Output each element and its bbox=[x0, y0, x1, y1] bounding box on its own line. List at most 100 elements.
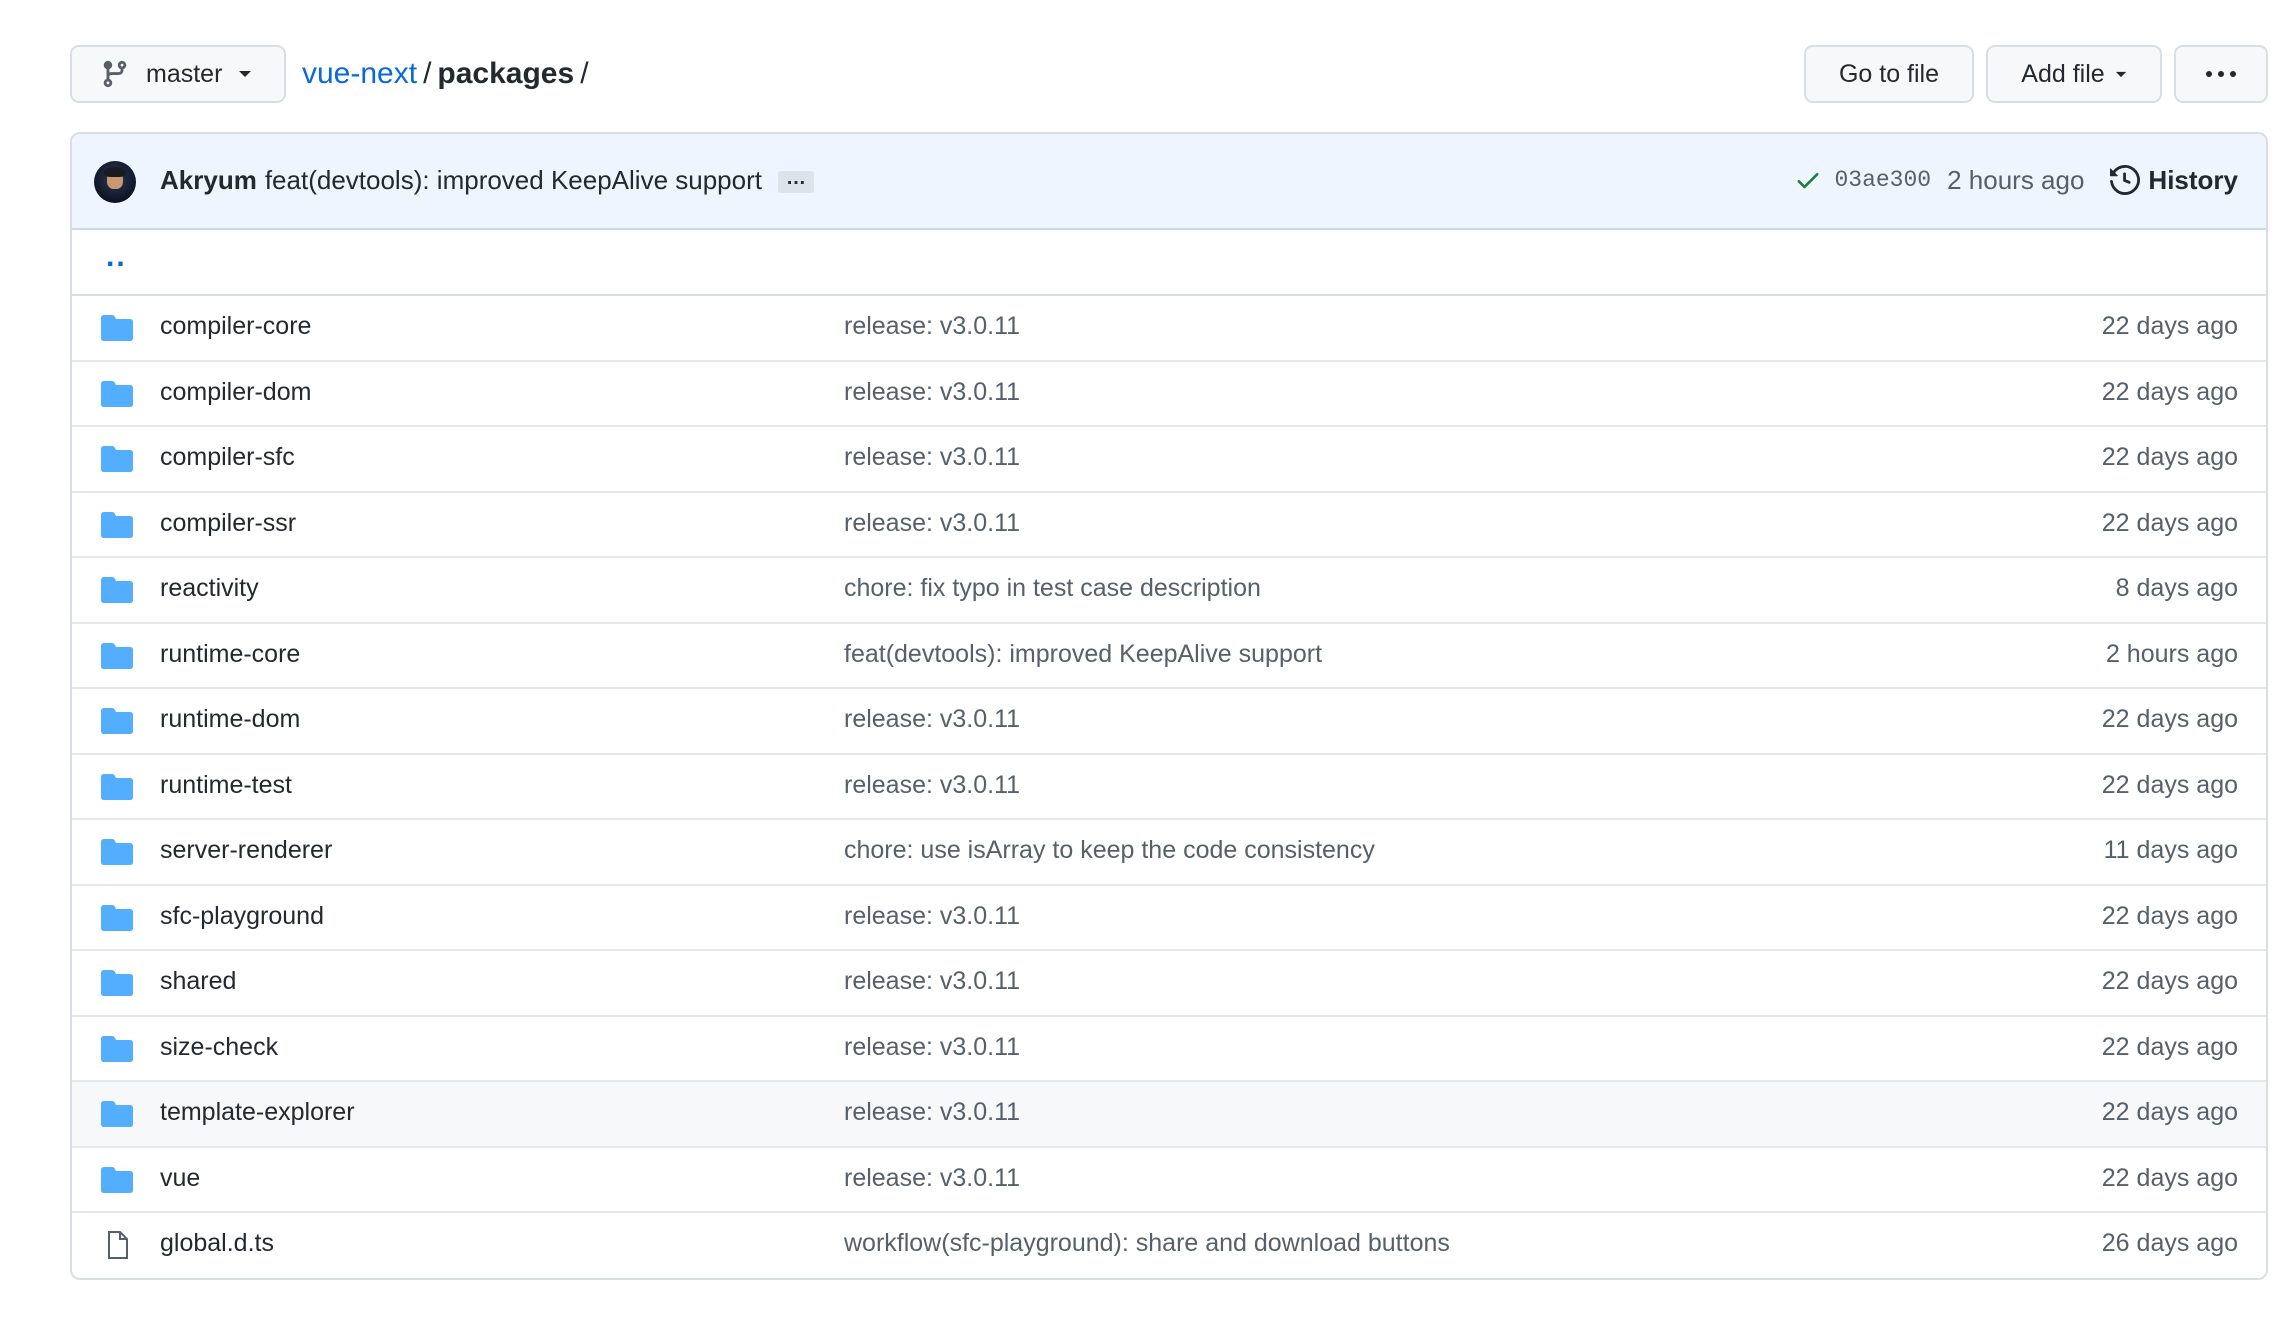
avatar-hair bbox=[104, 167, 126, 177]
file-row[interactable]: sfc-playground release: v3.0.11 22 days ag… bbox=[72, 886, 2266, 951]
breadcrumb-separator: / bbox=[423, 57, 432, 90]
file-name-link[interactable]: compiler-sfc bbox=[160, 443, 295, 472]
folder-icon bbox=[101, 708, 133, 734]
file-name-link[interactable]: compiler-dom bbox=[160, 378, 311, 407]
file-name-link[interactable]: shared bbox=[160, 967, 236, 996]
check-icon[interactable] bbox=[1794, 166, 1822, 194]
file-name-link[interactable]: compiler-ssr bbox=[160, 509, 296, 538]
file-commit-message-link[interactable]: release: v3.0.11 bbox=[844, 1164, 1020, 1193]
file-commit-message-link[interactable]: release: v3.0.11 bbox=[844, 705, 1020, 734]
more-options-button[interactable] bbox=[2174, 45, 2268, 103]
file-navigation-bar: master vue-next / packages / Go to file Add… bbox=[70, 45, 2268, 105]
file-commit-message-link[interactable]: release: v3.0.11 bbox=[844, 509, 1020, 538]
file-row[interactable]: vue release: v3.0.11 22 days ago bbox=[72, 1148, 2266, 1213]
file-commit-message-link[interactable]: release: v3.0.11 bbox=[844, 378, 1020, 407]
file-row[interactable]: global.d.ts workflow(sfc-playground): sha… bbox=[72, 1213, 2266, 1278]
file-name-link[interactable]: size-check bbox=[160, 1033, 278, 1062]
parent-directory-row[interactable]: .. bbox=[72, 230, 2266, 296]
file-name-link[interactable]: runtime-dom bbox=[160, 705, 300, 734]
file-name-link[interactable]: runtime-core bbox=[160, 640, 300, 669]
file-commit-message-link[interactable]: release: v3.0.11 bbox=[844, 1033, 1020, 1062]
file-name-link[interactable]: global.d.ts bbox=[160, 1229, 274, 1258]
commit-time: 2 hours ago bbox=[1947, 164, 2085, 195]
file-commit-age: 22 days ago bbox=[2101, 377, 2238, 406]
caret-down-icon bbox=[2115, 71, 2126, 77]
file-commit-age: 22 days ago bbox=[2101, 312, 2238, 340]
folder-icon bbox=[101, 577, 133, 603]
repo-file-browser: master vue-next / packages / Go to file Add… bbox=[0, 0, 2294, 1320]
file-commit-message-link[interactable]: release: v3.0.11 bbox=[844, 312, 1020, 341]
file-row[interactable]: template-explorer release: v3.0.11 22 days… bbox=[72, 1082, 2266, 1148]
folder-icon bbox=[101, 511, 133, 538]
file-commit-message-link[interactable]: chore: fix typo in test case description bbox=[844, 574, 1261, 603]
file-row[interactable]: reactivity chore: fix typo in test case d… bbox=[72, 558, 2266, 624]
file-row[interactable]: size-check release: v3.0.11 22 days ago bbox=[72, 1017, 2266, 1082]
file-commit-age: 22 days ago bbox=[2101, 1098, 2238, 1126]
file-row[interactable]: runtime-core feat(devtools): improved Kee… bbox=[72, 624, 2266, 689]
file-icon bbox=[108, 1231, 128, 1259]
add-file-label: Add file bbox=[2021, 59, 2105, 88]
avatar[interactable] bbox=[94, 161, 136, 203]
file-name-link[interactable]: compiler-core bbox=[160, 312, 311, 341]
file-commit-age: 11 days ago bbox=[2103, 836, 2238, 864]
folder-icon bbox=[101, 970, 133, 996]
history-icon[interactable] bbox=[2110, 165, 2141, 195]
file-commit-age: 22 days ago bbox=[2101, 770, 2238, 799]
folder-icon bbox=[101, 773, 133, 800]
breadcrumb: vue-next / packages / bbox=[302, 55, 595, 93]
file-commit-message-link[interactable]: release: v3.0.11 bbox=[844, 1098, 1020, 1127]
breadcrumb-repo-link[interactable]: vue-next bbox=[302, 57, 417, 90]
branch-selector-button[interactable]: master bbox=[70, 45, 286, 103]
file-name-link[interactable]: reactivity bbox=[160, 574, 259, 603]
kebab-horizontal-icon bbox=[2206, 71, 2236, 77]
file-row[interactable]: compiler-ssr release: v3.0.11 22 days ago bbox=[72, 493, 2266, 558]
file-row[interactable]: compiler-sfc release: v3.0.11 22 days ago bbox=[72, 427, 2266, 493]
file-name-link[interactable]: server-renderer bbox=[160, 836, 332, 865]
file-commit-message-link[interactable]: release: v3.0.11 bbox=[844, 443, 1020, 472]
folder-icon bbox=[101, 1035, 133, 1062]
file-commit-age: 22 days ago bbox=[2101, 1163, 2238, 1192]
commit-author[interactable]: Akryum bbox=[160, 165, 257, 195]
folder-icon bbox=[101, 1166, 133, 1193]
file-commit-message-link[interactable]: feat(devtools): improved KeepAlive suppo… bbox=[844, 640, 1322, 669]
file-commit-age: 8 days ago bbox=[2115, 574, 2238, 602]
file-row[interactable]: runtime-dom release: v3.0.11 22 days ago bbox=[72, 689, 2266, 755]
parent-directory-link[interactable]: .. bbox=[106, 240, 127, 274]
file-commit-message-link[interactable]: workflow(sfc-playground): share and down… bbox=[844, 1229, 1450, 1258]
file-commit-age: 22 days ago bbox=[2101, 508, 2238, 537]
file-name-link[interactable]: vue bbox=[160, 1164, 200, 1193]
caret-down-icon bbox=[239, 71, 252, 77]
file-commit-age: 22 days ago bbox=[2101, 705, 2238, 733]
file-row[interactable]: shared release: v3.0.11 22 days ago bbox=[72, 951, 2266, 1017]
folder-icon bbox=[101, 642, 133, 669]
commit-meta: 03ae300 2 hours ago History bbox=[1794, 162, 2238, 198]
folder-icon bbox=[101, 380, 133, 407]
file-commit-message-link[interactable]: chore: use isArray to keep the code cons… bbox=[844, 836, 1375, 865]
file-row[interactable]: server-renderer chore: use isArray to kee… bbox=[72, 820, 2266, 886]
go-to-file-label: Go to file bbox=[1838, 59, 1940, 88]
history-link[interactable]: History bbox=[2148, 165, 2238, 196]
file-name-link[interactable]: template-explorer bbox=[160, 1098, 355, 1127]
file-commit-age: 2 hours ago bbox=[2105, 639, 2238, 668]
add-file-button[interactable]: Add file bbox=[1986, 45, 2162, 103]
go-to-file-button[interactable]: Go to file bbox=[1804, 45, 1974, 103]
file-commit-age: 26 days ago bbox=[2101, 1229, 2238, 1257]
folder-icon bbox=[101, 446, 133, 472]
folder-icon bbox=[101, 1101, 133, 1127]
branch-name: master bbox=[146, 59, 223, 88]
breadcrumb-current-dir: packages bbox=[437, 57, 575, 90]
file-row[interactable]: runtime-test release: v3.0.11 22 days ago bbox=[72, 755, 2266, 820]
file-name-link[interactable]: sfc-playground bbox=[160, 902, 324, 931]
file-name-link[interactable]: runtime-test bbox=[160, 771, 292, 800]
file-row[interactable]: compiler-dom release: v3.0.11 22 days ago bbox=[72, 362, 2266, 427]
commit-message[interactable]: feat(devtools): improved KeepAlive suppo… bbox=[265, 165, 762, 195]
expand-commit-button[interactable]: … bbox=[777, 168, 814, 194]
folder-icon bbox=[101, 904, 133, 931]
file-commit-message-link[interactable]: release: v3.0.11 bbox=[844, 902, 1020, 931]
file-commit-message-link[interactable]: release: v3.0.11 bbox=[844, 771, 1020, 800]
file-commit-message-link[interactable]: release: v3.0.11 bbox=[844, 967, 1020, 996]
file-commit-age: 22 days ago bbox=[2101, 443, 2238, 471]
file-list-box: Akryum feat(devtools): improved KeepAlive… bbox=[70, 132, 2268, 1280]
commit-sha[interactable]: 03ae300 bbox=[1834, 167, 1931, 193]
file-row[interactable]: compiler-core release: v3.0.11 22 days ago bbox=[72, 296, 2266, 362]
